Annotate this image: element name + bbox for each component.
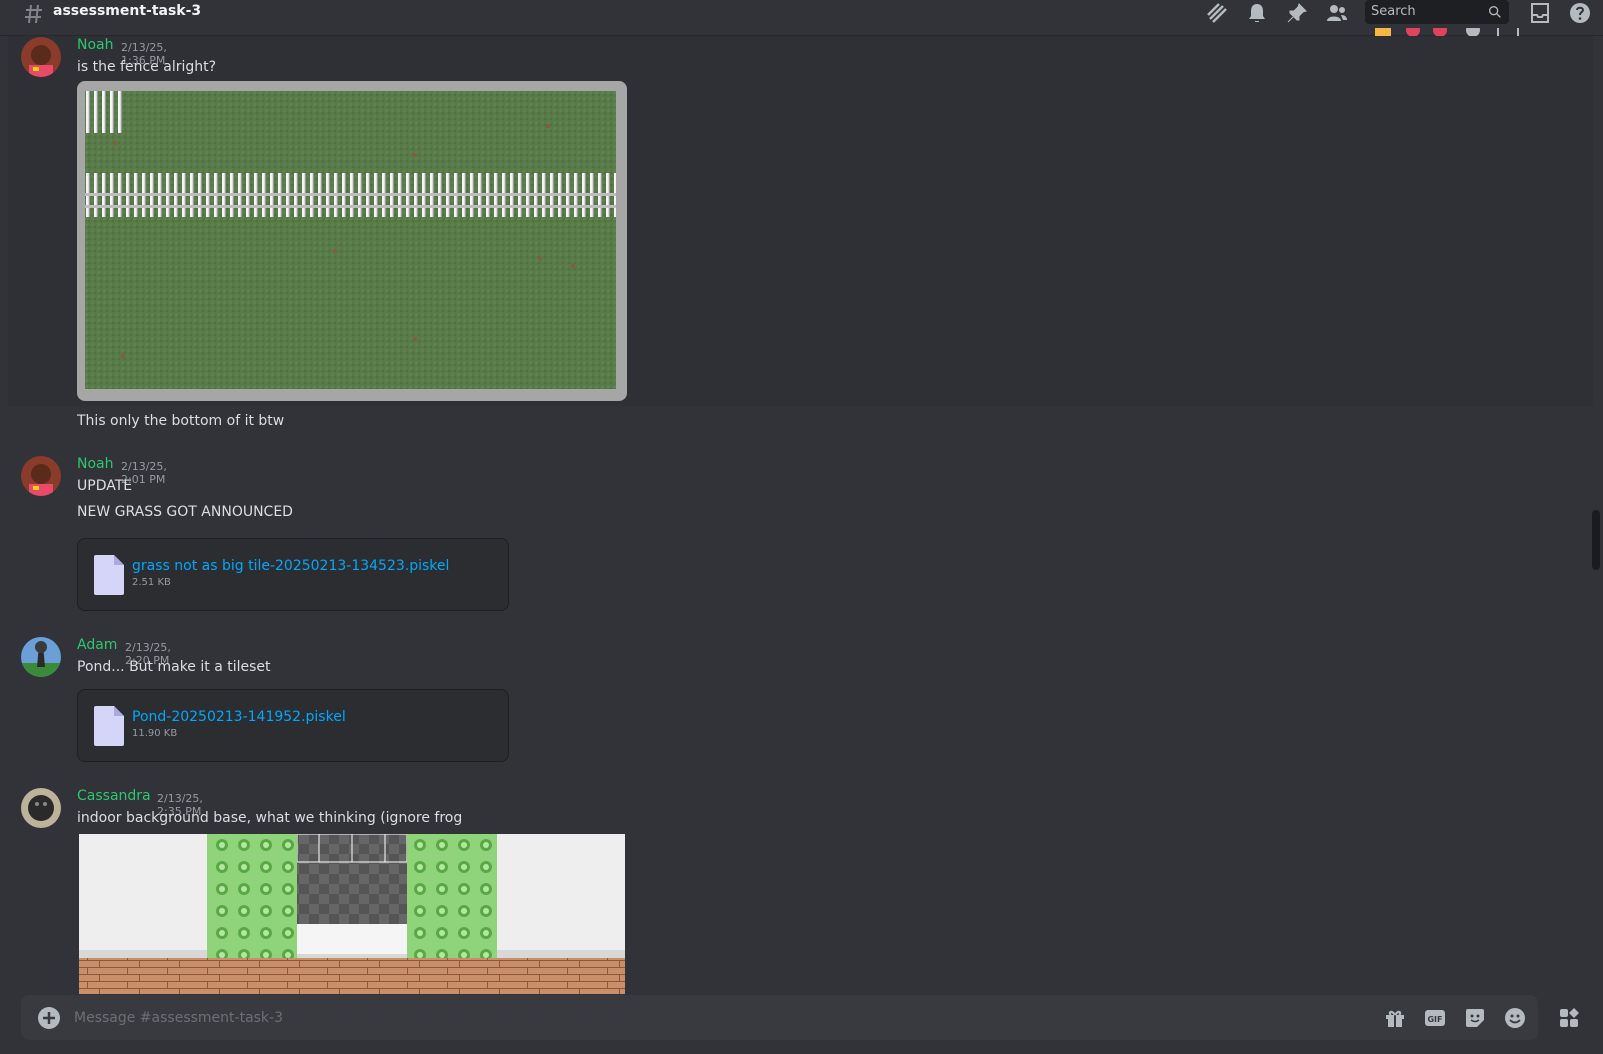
channel-hash-icon (25, 4, 42, 24)
help-icon[interactable] (1568, 1, 1592, 25)
avatar[interactable] (21, 637, 61, 677)
apps-icon[interactable] (1557, 1006, 1581, 1030)
file-icon (94, 555, 124, 595)
username[interactable]: Cassandra (77, 788, 151, 804)
message-text: Pond... But make it a tileset (77, 659, 271, 675)
search-box[interactable]: Search (1365, 0, 1509, 24)
channel-header: assessment-task-3 Search (0, 0, 1603, 36)
threads-icon[interactable] (1205, 1, 1229, 25)
plus-icon[interactable] (37, 1006, 61, 1030)
svg-text:GIF: GIF (1427, 1015, 1442, 1024)
message-text: is the fence alright? (77, 59, 217, 75)
gif-icon[interactable]: GIF (1423, 1006, 1447, 1030)
message-input[interactable] (74, 1006, 1274, 1030)
message-text: This only the bottom of it btw (77, 413, 285, 429)
file-icon (94, 706, 124, 746)
file-attachment[interactable]: Pond-20250213-141952.piskel 11.90 KB (77, 689, 509, 762)
file-size: 11.90 KB (132, 728, 178, 739)
pin-icon[interactable] (1285, 1, 1309, 25)
message-text: NEW GRASS GOT ANNOUNCED (77, 504, 293, 520)
file-attachment[interactable]: grass not as big tile-20250213-134523.pi… (77, 538, 509, 611)
file-name-link[interactable]: grass not as big tile-20250213-134523.pi… (132, 558, 449, 574)
username[interactable]: Noah (77, 456, 114, 472)
indoor-background-image[interactable] (79, 834, 625, 994)
scrollbar-thumb[interactable] (1592, 510, 1600, 570)
bell-icon[interactable] (1245, 1, 1269, 25)
inbox-icon[interactable] (1528, 1, 1552, 25)
gift-icon[interactable] (1383, 1006, 1407, 1030)
image-attachment[interactable] (77, 81, 627, 401)
emoji-icon[interactable] (1503, 1006, 1527, 1030)
file-name-link[interactable]: Pond-20250213-141952.piskel (132, 709, 346, 725)
file-size: 2.51 KB (132, 577, 171, 588)
username[interactable]: Adam (77, 637, 117, 653)
sticker-icon[interactable] (1463, 1006, 1487, 1030)
username[interactable]: Noah (77, 37, 114, 53)
channel-title: assessment-task-3 (53, 3, 202, 19)
fence-image (85, 91, 616, 389)
avatar[interactable] (21, 37, 61, 77)
avatar[interactable] (21, 456, 61, 496)
members-icon[interactable] (1325, 1, 1349, 25)
search-placeholder: Search (1371, 4, 1416, 19)
message-composer: GIF (21, 995, 1538, 1040)
avatar[interactable] (21, 788, 61, 828)
message-text: indoor background base, what we thinking… (77, 810, 463, 826)
message-text: UPDATE (77, 478, 133, 494)
search-icon (1489, 5, 1501, 18)
